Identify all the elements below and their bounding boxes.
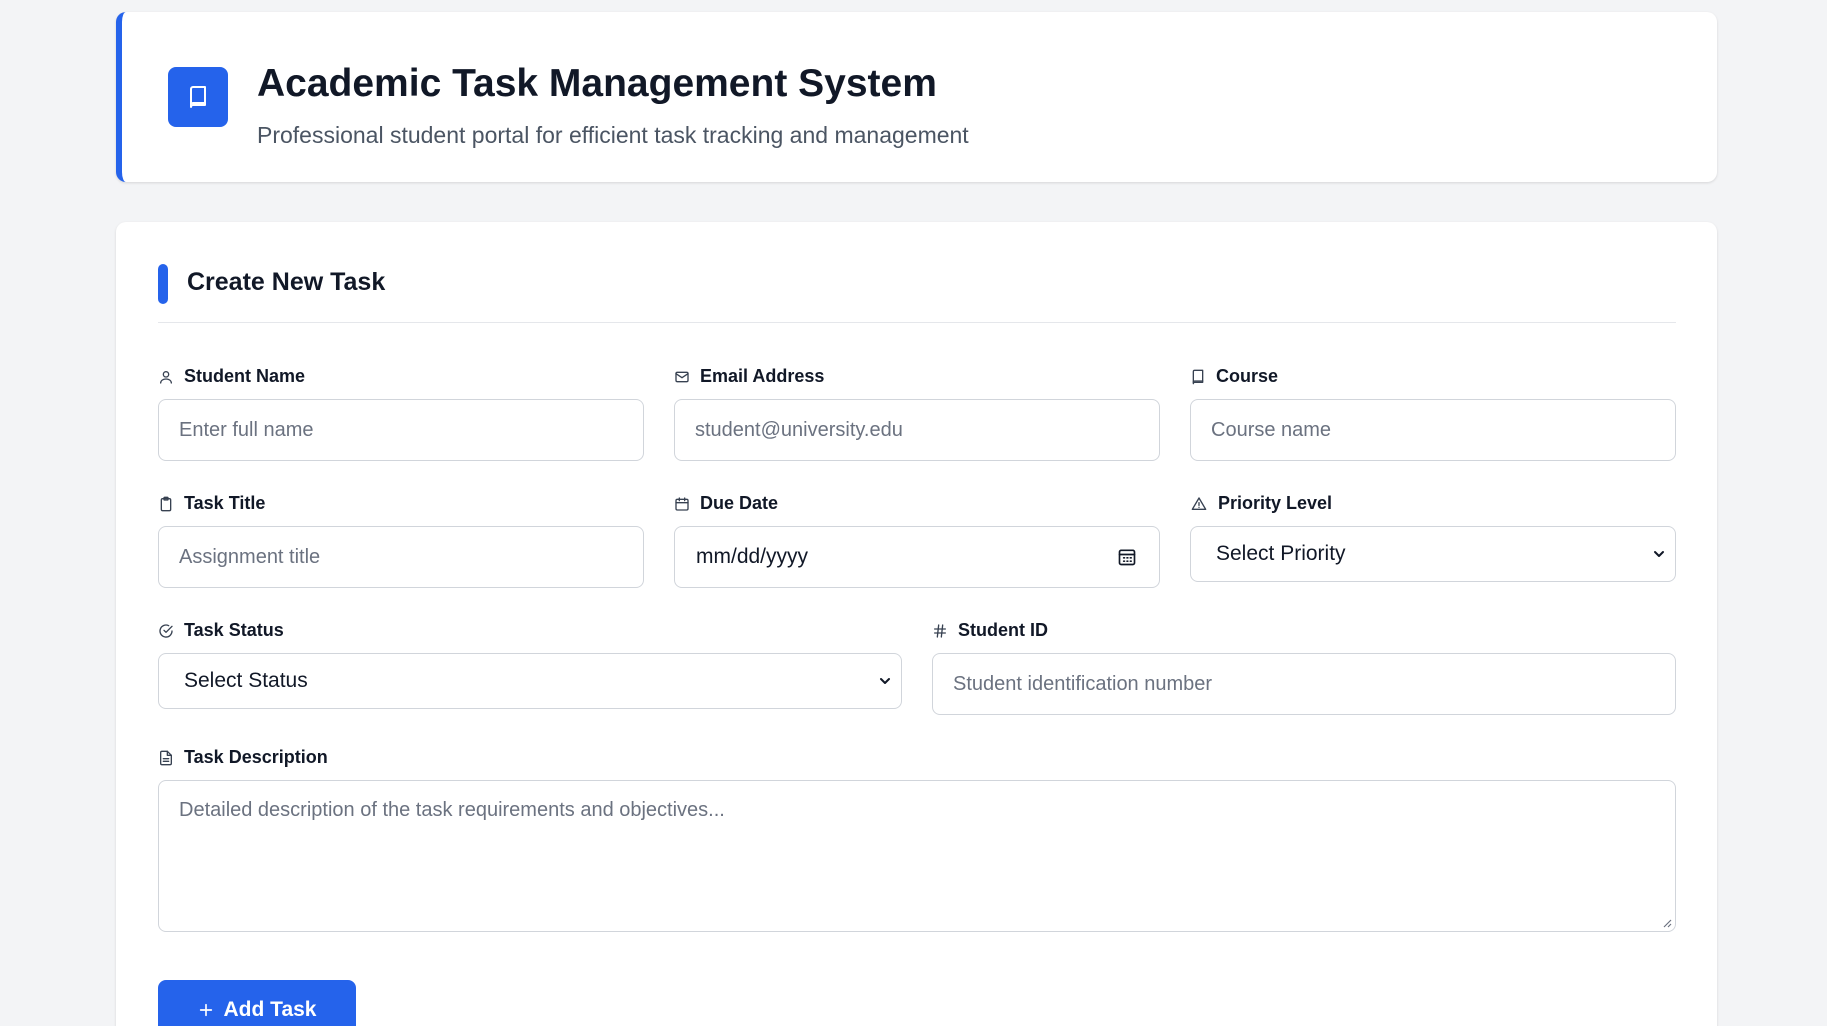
due-date-value: mm/dd/yyyy	[696, 545, 809, 568]
resize-handle-icon[interactable]	[1662, 918, 1672, 928]
add-task-button-label: Add Task	[223, 998, 317, 1021]
calendar-picker-icon[interactable]	[1117, 547, 1137, 567]
file-text-icon	[160, 750, 172, 765]
alert-triangle-icon	[1191, 496, 1207, 510]
student-id-label-text: Student ID	[958, 620, 1048, 640]
task-title-label-text: Task Title	[184, 493, 266, 513]
email-label-text: Email Address	[700, 366, 825, 386]
clipboard-icon	[160, 496, 172, 511]
due-date-label-text: Due Date	[700, 493, 779, 513]
due-date-label: Due Date	[674, 493, 778, 514]
student-name-label-text: Student Name	[184, 366, 306, 386]
section-accent-bar	[158, 264, 168, 304]
task-description-label-text: Task Description	[184, 747, 328, 767]
page-title: Academic Task Management System	[257, 62, 937, 105]
priority-label: Priority Level	[1190, 493, 1332, 514]
priority-select[interactable]: Select Priority	[1190, 526, 1676, 582]
course-label: Course	[1190, 366, 1278, 387]
priority-selected-value: Select Priority	[1216, 542, 1346, 565]
task-description-placeholder: Detailed description of the task require…	[179, 799, 725, 821]
header-card: Academic Task Management System Professi…	[116, 12, 1717, 182]
hash-icon	[934, 623, 946, 638]
task-description-label: Task Description	[158, 747, 328, 768]
due-date-input[interactable]: mm/dd/yyyy	[674, 526, 1160, 588]
course-label-text: Course	[1216, 366, 1279, 386]
create-task-form: Create New Task Student Name Email Addre…	[116, 222, 1717, 1026]
chevron-down-icon	[880, 678, 890, 684]
book-icon	[1192, 369, 1204, 384]
book-icon	[168, 67, 228, 127]
task-status-select[interactable]: Select Status	[158, 653, 902, 709]
page-subtitle: Professional student portal for efficien…	[257, 122, 969, 148]
student-name-input[interactable]	[158, 399, 644, 461]
task-title-label: Task Title	[158, 493, 265, 514]
add-task-button[interactable]: Add Task	[158, 980, 356, 1026]
task-description-textarea[interactable]: Detailed description of the task require…	[158, 780, 1676, 932]
plus-icon	[199, 1003, 212, 1017]
task-status-label: Task Status	[158, 620, 284, 641]
task-title-input[interactable]	[158, 526, 644, 588]
calendar-icon	[675, 496, 689, 511]
user-icon	[160, 370, 172, 384]
task-status-label-text: Task Status	[184, 620, 284, 640]
email-label: Email Address	[674, 366, 824, 387]
section-divider	[158, 322, 1676, 323]
student-id-input[interactable]	[932, 653, 1676, 715]
student-id-label: Student ID	[932, 620, 1048, 641]
student-name-label: Student Name	[158, 366, 305, 387]
priority-label-text: Priority Level	[1218, 493, 1333, 513]
mail-icon	[675, 371, 689, 382]
email-input[interactable]	[674, 399, 1160, 461]
section-title: Create New Task	[187, 268, 386, 296]
chevron-down-icon	[1654, 551, 1664, 557]
task-status-selected-value: Select Status	[184, 669, 308, 692]
course-input[interactable]	[1190, 399, 1676, 461]
check-circle-icon	[159, 623, 173, 638]
